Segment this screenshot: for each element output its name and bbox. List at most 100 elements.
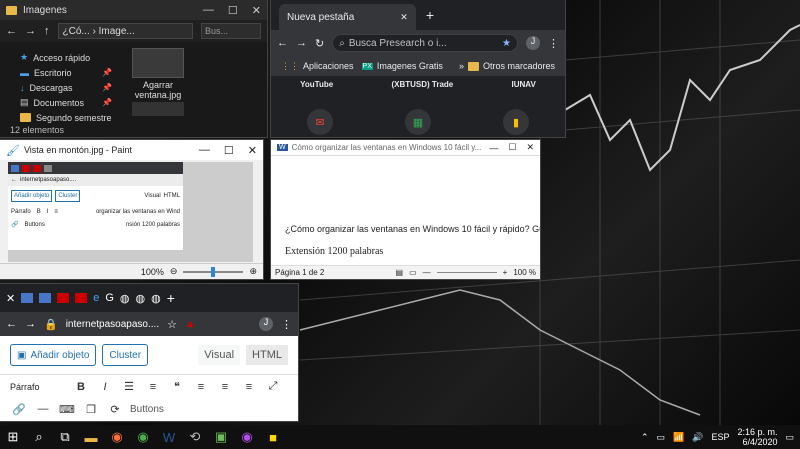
youtube-icon[interactable] xyxy=(75,293,88,303)
maximize-button[interactable]: ☐ xyxy=(508,142,516,153)
action-center-icon[interactable]: ▭ xyxy=(785,432,794,443)
align-center-icon[interactable]: ≡ xyxy=(216,381,234,393)
horizontal-rule-icon[interactable]: — xyxy=(34,403,52,415)
app-icon[interactable]: ⟲ xyxy=(182,425,208,449)
chrome-icon[interactable]: ◉ xyxy=(130,425,156,449)
bookmark-others[interactable]: » Otros marcadores xyxy=(455,61,559,71)
zoom-in-button[interactable]: + xyxy=(503,268,508,277)
zoom-slider-thumb[interactable] xyxy=(211,266,216,277)
task-view-icon[interactable]: ⧉ xyxy=(52,425,78,449)
zoom-in-button[interactable]: ⊕ xyxy=(249,266,257,277)
back-arrow-icon[interactable]: ← xyxy=(277,37,288,49)
back-arrow-icon[interactable]: ← xyxy=(6,318,17,330)
forward-arrow-icon[interactable]: → xyxy=(25,318,36,330)
tab-favicon[interactable] xyxy=(21,293,34,303)
google-icon[interactable]: G xyxy=(105,292,114,304)
tab-favicon[interactable] xyxy=(39,293,52,303)
close-tab-icon[interactable]: ✕ xyxy=(6,292,15,305)
windows-start-icon[interactable]: ⊞ xyxy=(0,425,26,449)
print-layout-icon[interactable]: ▭ xyxy=(409,268,417,277)
chevron-up-icon[interactable]: ⌃ xyxy=(641,432,649,443)
back-arrow-icon[interactable]: ← xyxy=(6,25,17,37)
nav-item-quick-access[interactable]: ★ Acceso rápido xyxy=(0,50,120,65)
bookmark-apps[interactable]: ⋮⋮ Aplicaciones xyxy=(277,61,358,72)
bold-icon[interactable]: B xyxy=(72,381,90,393)
wifi-icon[interactable]: 📶 xyxy=(673,432,684,443)
minimize-button[interactable]: — xyxy=(203,4,214,16)
add-object-button[interactable]: ▣ Añadir objeto xyxy=(10,344,97,366)
close-icon[interactable]: ✕ xyxy=(248,144,257,157)
refresh-icon[interactable]: ⟳ xyxy=(106,403,124,416)
tab-favicon[interactable]: e xyxy=(93,292,99,304)
keyboard-icon[interactable]: ⌨ xyxy=(58,403,76,416)
maximize-button[interactable]: ☐ xyxy=(228,4,238,17)
avatar[interactable]: J xyxy=(526,36,540,50)
maximize-button[interactable]: ☐ xyxy=(224,144,234,157)
minimize-button[interactable]: — xyxy=(199,144,210,156)
buttons-menu[interactable]: Buttons xyxy=(130,404,164,415)
quote-icon[interactable]: ❝ xyxy=(168,380,186,393)
menu-dots-icon[interactable]: ⋮ xyxy=(281,318,292,331)
search-icon[interactable]: ⌕ xyxy=(26,425,52,449)
shortcut-classroom[interactable]: ▦ xyxy=(405,109,431,135)
sticky-notes-icon[interactable]: ■ xyxy=(260,425,286,449)
address-field[interactable]: ¿Có... › Image... xyxy=(57,23,193,39)
tab-visual[interactable]: Visual xyxy=(198,345,241,365)
app-icon[interactable]: ▣ xyxy=(208,425,234,449)
tab-new-tab[interactable]: Nueva pestaña ✕ xyxy=(279,4,416,30)
bullet-list-icon[interactable]: ☰ xyxy=(120,380,138,393)
extension-icon[interactable]: ▲ xyxy=(185,318,196,330)
firefox-icon[interactable]: ◉ xyxy=(104,425,130,449)
omnibox[interactable]: ⌕ Busca Presearch o i... ★ xyxy=(332,34,518,52)
zoom-out-button[interactable]: ⊖ xyxy=(170,266,178,277)
paint-canvas[interactable]: ← internetpasoapaso.... Añadir objeto Cl… xyxy=(8,162,253,262)
nav-item-downloads[interactable]: ↓ Descargas 📌 xyxy=(0,80,120,95)
up-arrow-icon[interactable]: ↑ xyxy=(44,25,50,37)
shortcut-other[interactable]: ▮ xyxy=(503,109,529,135)
fullscreen-icon[interactable]: ⤢ xyxy=(264,380,282,393)
bookmark-imagenes-gratis[interactable]: PX Imagenes Gratis xyxy=(358,61,447,71)
align-right-icon[interactable]: ≡ xyxy=(240,381,258,393)
shortcut-gmail[interactable]: ✉ xyxy=(307,109,333,135)
file-name-label[interactable]: Agarrar ventana.jpg xyxy=(122,80,194,100)
close-icon[interactable]: ✕ xyxy=(252,4,261,17)
file-thumbnail[interactable] xyxy=(132,48,184,78)
zoom-slider[interactable] xyxy=(183,266,244,277)
align-left-icon[interactable]: ≡ xyxy=(192,381,210,393)
avatar[interactable]: J xyxy=(259,317,273,331)
copy-icon[interactable]: ❐ xyxy=(82,403,100,416)
minimize-button[interactable]: — xyxy=(489,143,498,153)
search-input[interactable]: Bus... xyxy=(201,23,261,39)
italic-icon[interactable]: I xyxy=(96,381,114,393)
url-text[interactable]: internetpasoapaso.... xyxy=(66,319,159,330)
file-thumbnail[interactable] xyxy=(132,102,184,116)
link-icon[interactable]: 🔗 xyxy=(10,403,28,416)
language-indicator[interactable]: ESP xyxy=(711,432,729,442)
word-icon[interactable]: W xyxy=(156,425,182,449)
tab-favicon[interactable]: ◍ xyxy=(151,292,161,305)
tab-favicon[interactable]: ◍ xyxy=(136,292,146,305)
close-icon[interactable]: ✕ xyxy=(526,142,534,153)
forward-arrow-icon[interactable]: → xyxy=(25,25,36,37)
notification-area-icon[interactable]: ▭ xyxy=(656,432,665,443)
reload-icon[interactable]: ↻ xyxy=(315,37,324,50)
star-icon[interactable]: ★ xyxy=(502,38,511,49)
youtube-icon[interactable] xyxy=(57,293,70,303)
numbered-list-icon[interactable]: ≡ xyxy=(144,381,162,393)
file-explorer-icon[interactable]: ▬ xyxy=(78,425,104,449)
nav-item-documents[interactable]: ▤ Documentos 📌 xyxy=(0,95,120,110)
menu-dots-icon[interactable]: ⋮ xyxy=(548,37,559,50)
read-mode-icon[interactable]: ▤ xyxy=(396,268,404,277)
tab-html[interactable]: HTML xyxy=(246,345,288,365)
app-icon[interactable]: ◉ xyxy=(234,425,260,449)
close-tab-icon[interactable]: ✕ xyxy=(400,12,408,23)
nav-item-desktop[interactable]: ▬ Escritorio 📌 xyxy=(0,65,120,80)
volume-icon[interactable]: 🔊 xyxy=(692,432,703,443)
paragraph-select[interactable]: Párrafo xyxy=(10,382,66,392)
tab-favicon[interactable]: ◍ xyxy=(120,292,130,305)
star-icon[interactable]: ☆ xyxy=(167,318,177,331)
cluster-button[interactable]: Cluster xyxy=(102,344,149,366)
forward-arrow-icon[interactable]: → xyxy=(296,37,307,49)
new-tab-icon[interactable]: + xyxy=(167,290,175,306)
zoom-out-button[interactable]: — xyxy=(423,268,431,277)
